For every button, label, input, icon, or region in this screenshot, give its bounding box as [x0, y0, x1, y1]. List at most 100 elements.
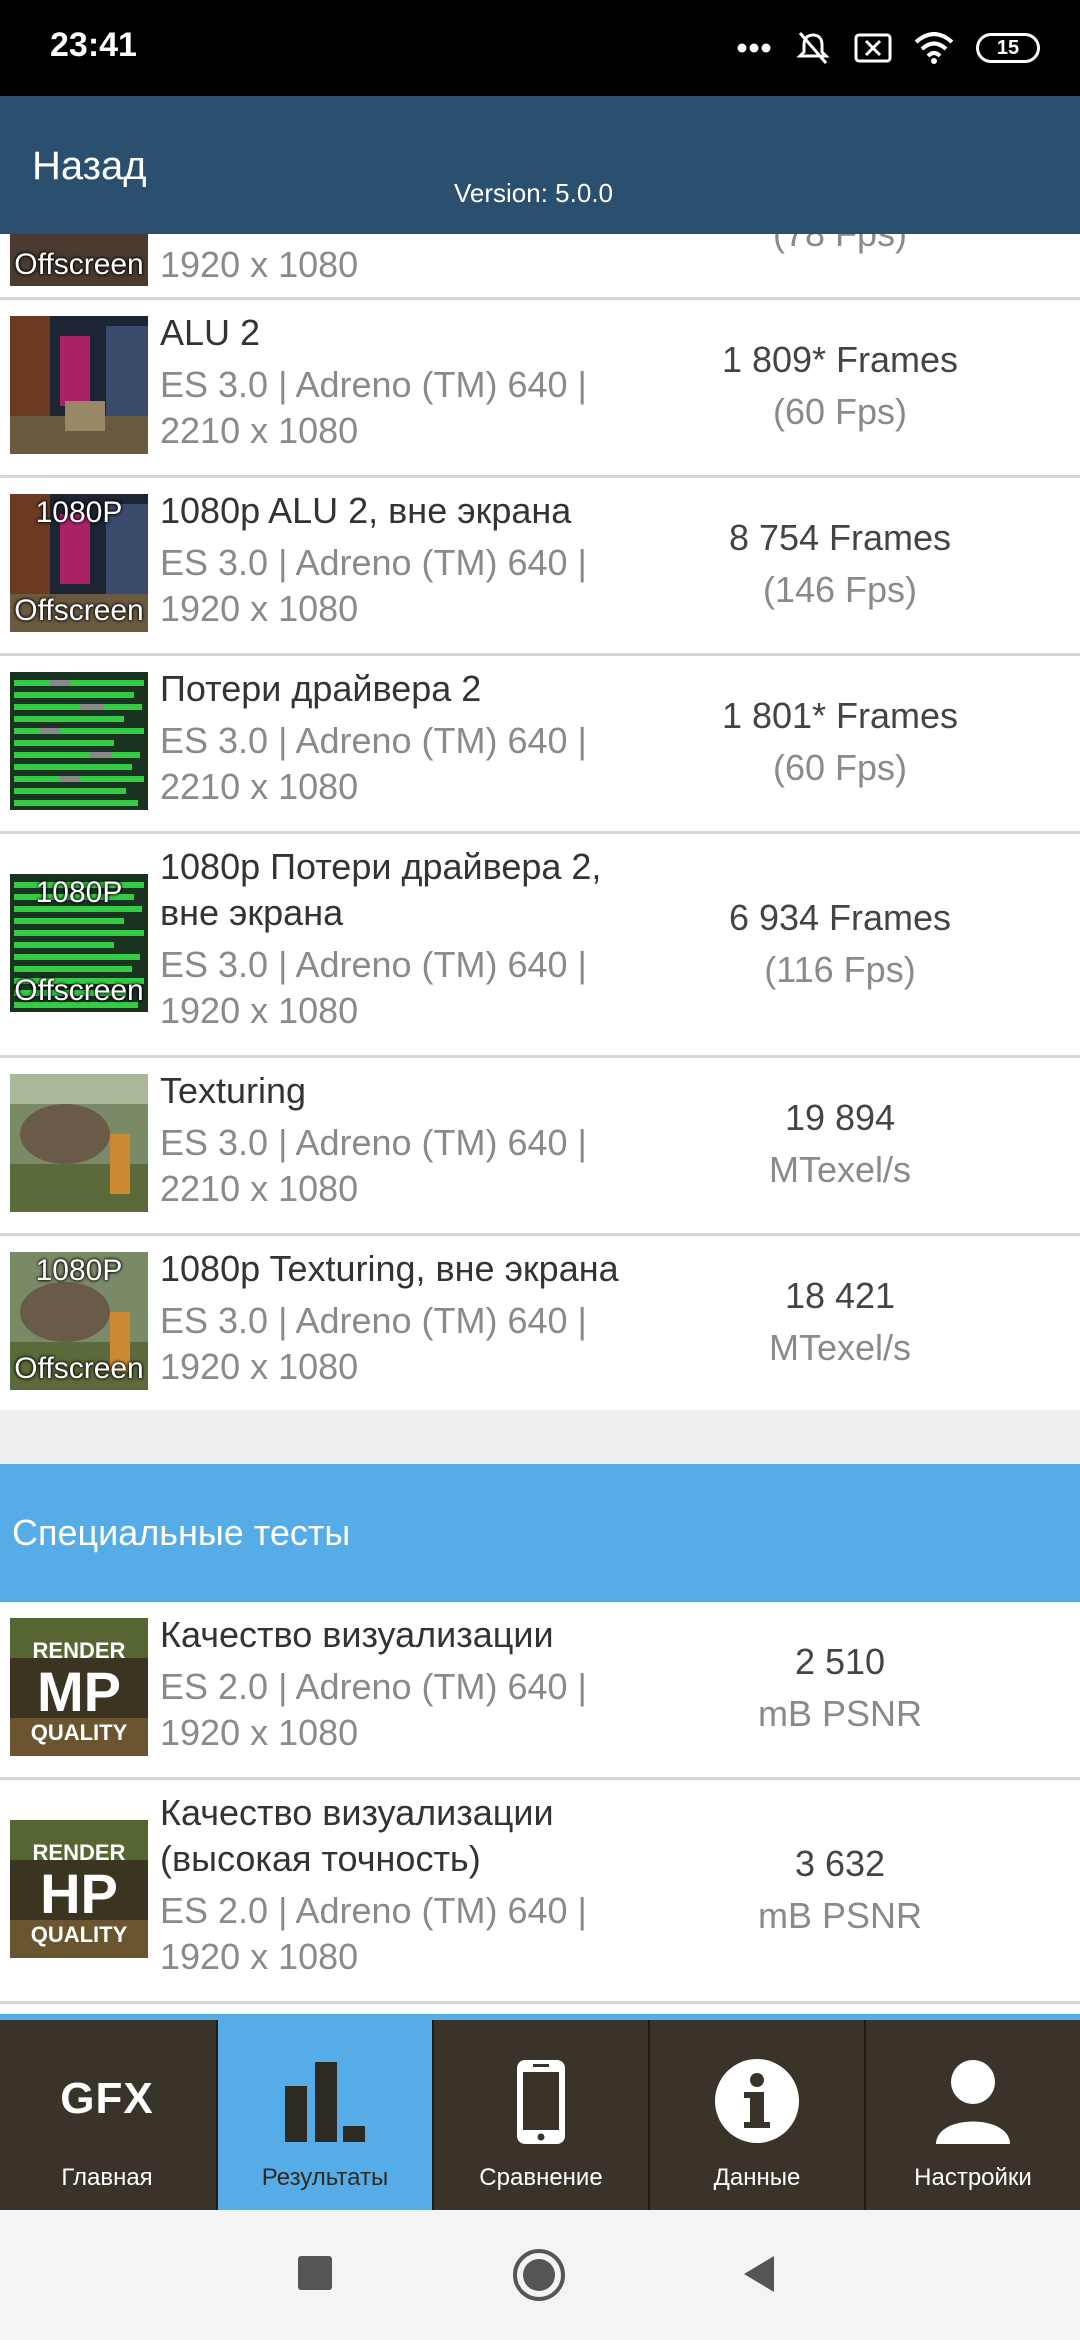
- test-title-line2: вне экрана: [160, 892, 344, 933]
- test-result-unit: (60 Fps): [772, 747, 908, 788]
- status-icons: 15: [736, 24, 1040, 72]
- test-result-value: 18 421: [784, 1275, 896, 1316]
- test-result-unit: (60 Fps): [772, 391, 908, 432]
- test-title: Потери драйвера 2: [160, 668, 482, 709]
- test-resolution: 2210 x 1080: [160, 410, 359, 451]
- tab-settings[interactable]: Настройки: [864, 2020, 1080, 2210]
- test-thumbnail: [10, 672, 148, 810]
- more-dots-icon: [737, 43, 771, 53]
- test-title: 1080p Потери драйвера 2,: [160, 846, 602, 887]
- test-row[interactable]: RENDER HP QUALITY Качество визуализации …: [0, 1780, 1080, 2004]
- test-resolution: 2210 x 1080: [160, 1168, 359, 1209]
- test-result-unit: mB PSNR: [757, 1693, 923, 1734]
- test-result: 1 809* Frames (60 Fps): [660, 334, 1020, 438]
- test-api: ES 3.0 | Adreno (TM) 640 |: [160, 364, 587, 405]
- phone-icon: [434, 2056, 648, 2146]
- back-nav-button[interactable]: [740, 2254, 776, 2294]
- test-resolution: 1920 x 1080: [160, 244, 359, 285]
- test-result: (78 Fps): [660, 234, 1020, 260]
- 1080p-tag: 1080P: [35, 876, 123, 909]
- test-result-value: 3 632: [794, 1843, 886, 1884]
- offscreen-tag: Offscreen: [14, 974, 144, 1007]
- tab-results[interactable]: Результаты: [216, 2020, 432, 2210]
- test-thumbnail: 1080P Offscreen: [10, 1252, 148, 1390]
- test-api: ES 3.0 | Adreno (TM) 640 |: [160, 720, 587, 761]
- test-api: ES 3.0 | Adreno (TM) 640 |: [160, 1300, 587, 1341]
- section-title: Специальные тесты: [12, 1512, 351, 1553]
- test-result: 1 801* Frames (60 Fps): [660, 690, 1020, 794]
- gfx-logo-icon: GFX: [60, 2074, 154, 2123]
- status-time: 23:41: [50, 26, 137, 64]
- recents-button[interactable]: [298, 2256, 332, 2290]
- test-thumbnail: 1080P Offscreen: [10, 874, 148, 1012]
- test-result: 19 894 MTexel/s: [660, 1092, 1020, 1196]
- muted-bell-icon: [796, 32, 830, 64]
- test-resolution: 1920 x 1080: [160, 1346, 359, 1387]
- test-resolution: 1920 x 1080: [160, 990, 359, 1031]
- test-result-value: 1 809* Frames: [721, 339, 959, 380]
- test-api: ES 2.0 | Adreno (TM) 640 |: [160, 1890, 587, 1931]
- test-row[interactable]: 1080P Offscreen 1080p Texturing, вне экр…: [0, 1236, 1080, 1412]
- test-result-value: 1 801* Frames: [721, 695, 959, 736]
- test-result-unit: MTexel/s: [768, 1327, 912, 1368]
- app-header: Назад Version: 5.0.0: [0, 96, 1080, 234]
- test-thumbnail: [10, 316, 148, 454]
- test-result: 2 510 mB PSNR: [660, 1636, 1020, 1740]
- status-bar: 23:41 15: [0, 0, 1080, 96]
- section-spacer: [0, 1410, 1080, 1464]
- test-row[interactable]: Offscreen 1920 x 1080 (78 Fps): [0, 234, 1080, 300]
- test-api: ES 3.0 | Adreno (TM) 640 |: [160, 1122, 587, 1163]
- test-resolution: 2210 x 1080: [160, 766, 359, 807]
- bar-chart-icon: [218, 2056, 432, 2146]
- test-result: 3 632 mB PSNR: [660, 1838, 1020, 1942]
- test-thumbnail: RENDER HP QUALITY: [10, 1820, 148, 1958]
- system-nav-bar: [0, 2210, 1080, 2340]
- test-row[interactable]: 1080P Offscreen 1080p ALU 2, вне экрана …: [0, 478, 1080, 656]
- test-title: ALU 2: [160, 312, 261, 353]
- test-result-unit: (116 Fps): [764, 949, 916, 990]
- sim-off-icon: [854, 33, 892, 63]
- tab-home[interactable]: GFX Главная: [0, 2020, 214, 2210]
- test-resolution: 1920 x 1080: [160, 1712, 359, 1753]
- special-tests-header: Специальные тесты: [0, 1464, 1080, 1602]
- test-result-value: 6 934 Frames: [728, 897, 952, 938]
- bottom-tab-bar: GFX Главная Результаты Сравнение Данные …: [0, 2014, 1080, 2210]
- offscreen-tag: Offscreen: [14, 594, 144, 627]
- test-result-unit: MTexel/s: [768, 1149, 912, 1190]
- test-resolution: 1920 x 1080: [160, 1936, 359, 1977]
- test-row[interactable]: Потери драйвера 2 ES 3.0 | Adreno (TM) 6…: [0, 656, 1080, 834]
- test-result-value: 19 894: [784, 1097, 896, 1138]
- test-api: ES 3.0 | Adreno (TM) 640 |: [160, 542, 587, 583]
- test-row[interactable]: RENDER MP QUALITY Качество визуализации …: [0, 1602, 1080, 1780]
- test-title: Texturing: [160, 1070, 307, 1111]
- test-result: 8 754 Frames (146 Fps): [660, 512, 1020, 616]
- version-label: Version: 5.0.0: [454, 178, 613, 208]
- tab-label: Данные: [713, 2164, 801, 2191]
- test-row[interactable]: ALU 2 ES 3.0 | Adreno (TM) 640 | 2210 x …: [0, 300, 1080, 478]
- tab-info[interactable]: Данные: [648, 2020, 864, 2210]
- back-button[interactable]: Назад: [32, 144, 147, 189]
- tab-label: Сравнение: [479, 2164, 603, 2191]
- test-thumbnail: 1080P Offscreen: [10, 494, 148, 632]
- test-title: Качество визуализации: [160, 1792, 554, 1833]
- tab-label: Настройки: [914, 2164, 1032, 2191]
- 1080p-tag: 1080P: [35, 1254, 123, 1287]
- test-resolution: 1920 x 1080: [160, 588, 359, 629]
- battery-icon: 15: [976, 33, 1040, 63]
- test-result-value: 8 754 Frames: [728, 517, 952, 558]
- results-list[interactable]: Offscreen 1920 x 1080 (78 Fps) ALU 2 ES …: [0, 234, 1080, 2014]
- test-result: 6 934 Frames (116 Fps): [660, 892, 1020, 996]
- offscreen-tag: Offscreen: [14, 1352, 144, 1385]
- wifi-icon: [914, 32, 954, 64]
- tab-compare[interactable]: Сравнение: [432, 2020, 648, 2210]
- 1080p-tag: 1080P: [35, 496, 123, 529]
- test-row[interactable]: Texturing ES 3.0 | Adreno (TM) 640 | 221…: [0, 1058, 1080, 1236]
- test-title: 1080p Texturing, вне экрана: [160, 1248, 619, 1289]
- test-row[interactable]: 1080P Offscreen 1080p Потери драйвера 2,…: [0, 834, 1080, 1058]
- test-title: Качество визуализации: [160, 1614, 554, 1655]
- test-title-line2: (высокая точность): [160, 1838, 481, 1879]
- user-icon: [866, 2056, 1080, 2146]
- home-button[interactable]: [512, 2248, 566, 2302]
- test-api: ES 2.0 | Adreno (TM) 640 |: [160, 1666, 587, 1707]
- test-thumbnail: RENDER MP QUALITY: [10, 1618, 148, 1756]
